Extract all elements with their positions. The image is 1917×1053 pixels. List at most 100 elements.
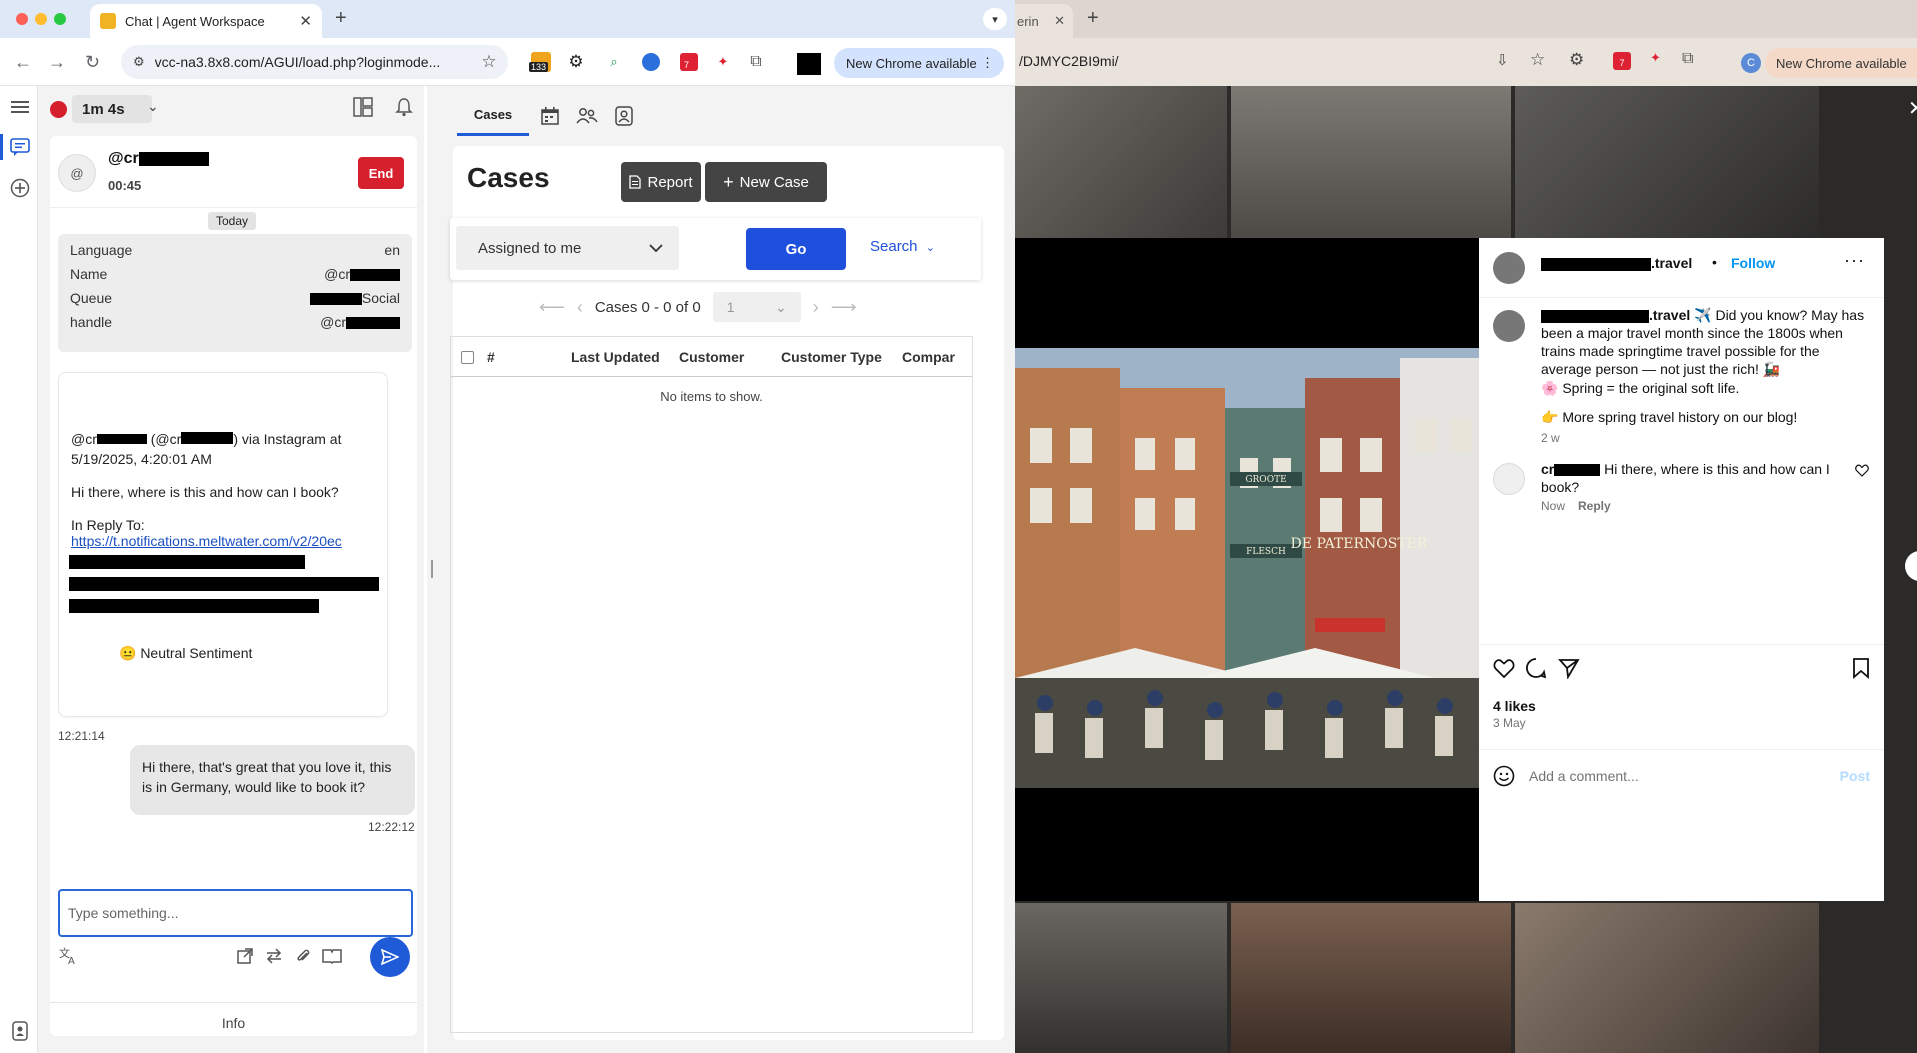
close-tab-icon[interactable]: ✕: [1054, 13, 1065, 29]
search-extension-icon[interactable]: ⌕: [603, 51, 625, 73]
add-comment-input[interactable]: Add a comment...: [1529, 768, 1840, 784]
new-case-button[interactable]: + New Case: [705, 162, 827, 202]
settings-gear-extension-icon[interactable]: ⚙: [1569, 50, 1584, 70]
account-avatar[interactable]: [1493, 252, 1525, 284]
grid-thumbnail[interactable]: [1015, 86, 1227, 238]
go-button[interactable]: Go: [746, 228, 846, 270]
search-dropdown[interactable]: Search ⌄: [870, 238, 935, 255]
column-header-customer[interactable]: Customer: [679, 349, 744, 365]
address-bar[interactable]: ⚙ vcc-na3.8x8.com/AGUI/load.php?loginmod…: [121, 45, 508, 79]
grid-thumbnail[interactable]: [1515, 86, 1819, 238]
post-comment-button[interactable]: Post: [1840, 768, 1870, 784]
send-button[interactable]: [370, 937, 410, 977]
column-header-customer-type[interactable]: Customer Type: [781, 349, 882, 365]
open-external-icon[interactable]: [234, 945, 256, 967]
column-header-company[interactable]: Compar: [902, 349, 955, 365]
reply-link[interactable]: https://t.notifications.meltwater.com/v2…: [71, 531, 342, 551]
new-chrome-available-button[interactable]: New Chrome available: [1765, 48, 1917, 78]
post-media[interactable]: GROOTE FLESCH DE PATERNOSTER: [1015, 238, 1479, 901]
likes-count[interactable]: 4 likes: [1493, 698, 1536, 714]
extensions-puzzle-icon[interactable]: ⧉: [1682, 50, 1693, 68]
layout-panel-icon[interactable]: [353, 97, 373, 117]
tab-agent-workspace[interactable]: Chat | Agent Workspace ✕: [90, 4, 322, 38]
prev-page-chevron-icon[interactable]: ‹: [577, 297, 583, 318]
knowledge-book-icon[interactable]: [321, 945, 343, 967]
url-text[interactable]: /DJMYC2BI9mi/: [1019, 53, 1119, 69]
like-heart-icon[interactable]: [1493, 658, 1515, 678]
grid-thumbnail[interactable]: [1231, 86, 1511, 238]
bell-icon[interactable]: [395, 97, 413, 117]
column-header-last-updated[interactable]: Last Updated: [571, 349, 660, 365]
close-modal-icon[interactable]: ✕: [1908, 96, 1917, 121]
bookmark-star-icon[interactable]: ☆: [1530, 50, 1545, 70]
settings-gear-extension-icon[interactable]: ⚙: [565, 51, 587, 73]
alert-extension-icon[interactable]: 7: [678, 51, 700, 73]
red-extension-icon[interactable]: ✦: [712, 51, 734, 73]
info-tab[interactable]: Info: [50, 1002, 417, 1042]
more-menu-icon[interactable]: ⋮: [981, 55, 994, 71]
splitter-handle[interactable]: [431, 560, 433, 578]
add-circle-icon[interactable]: [9, 177, 31, 199]
close-tab-icon[interactable]: ✕: [299, 12, 312, 30]
account-name[interactable]: .travel: [1541, 255, 1692, 271]
commenter-avatar[interactable]: [1493, 463, 1525, 495]
new-chrome-available-button[interactable]: New Chrome available ⋮: [834, 48, 1004, 78]
more-options-icon[interactable]: ···: [1844, 250, 1865, 271]
comment-bubble-icon[interactable]: [1525, 657, 1547, 679]
zoom-window-button[interactable]: [54, 13, 66, 25]
bookmark-star-icon[interactable]: ☆: [478, 51, 500, 73]
profile-avatar-icon[interactable]: C: [1741, 53, 1761, 73]
hamburger-menu-icon[interactable]: [9, 96, 31, 118]
tab-instagram[interactable]: erin ✕: [1015, 4, 1073, 38]
column-header-number[interactable]: #: [487, 349, 495, 365]
red-extension-icon[interactable]: ✦: [1650, 50, 1661, 66]
first-page-arrow-icon[interactable]: ⟵: [539, 297, 565, 318]
caption-avatar[interactable]: [1493, 310, 1525, 342]
follow-button[interactable]: Follow: [1731, 255, 1775, 271]
comment-username[interactable]: cr: [1541, 461, 1554, 477]
comment-like-heart-icon[interactable]: [1855, 464, 1869, 477]
last-page-arrow-icon[interactable]: ⟶: [831, 297, 857, 318]
chat-icon[interactable]: [9, 136, 31, 158]
translate-icon[interactable]: 文A: [58, 945, 80, 967]
grid-thumbnail[interactable]: [1515, 903, 1819, 1053]
share-send-icon[interactable]: [1558, 657, 1580, 679]
tab-search-chevron-icon[interactable]: ▾: [983, 8, 1007, 30]
attachment-icon[interactable]: [292, 945, 314, 967]
photo-sign-paternoster: DE PATERNOSTER: [1291, 536, 1428, 552]
grid-thumbnail[interactable]: [1015, 903, 1227, 1053]
calendar-icon[interactable]: [535, 96, 565, 136]
comment-reply-link[interactable]: Reply: [1578, 499, 1611, 513]
profile-block-icon[interactable]: [797, 53, 821, 75]
contact-card-icon[interactable]: [609, 96, 639, 136]
extension-badge-icon[interactable]: 133: [529, 51, 552, 73]
install-app-icon[interactable]: ⇩: [1496, 51, 1509, 69]
message-input[interactable]: Type something...: [58, 889, 413, 937]
new-tab-icon[interactable]: +: [335, 7, 347, 30]
report-button[interactable]: Report: [621, 162, 701, 202]
assigned-filter-select[interactable]: Assigned to me: [456, 226, 679, 270]
close-window-button[interactable]: [16, 13, 28, 25]
new-tab-icon[interactable]: +: [1087, 7, 1099, 30]
grid-thumbnail[interactable]: [1231, 903, 1511, 1053]
users-group-icon[interactable]: [572, 96, 602, 136]
select-all-checkbox[interactable]: [461, 351, 474, 364]
back-arrow-icon[interactable]: ←: [14, 52, 32, 73]
alert-extension-icon[interactable]: 7: [1613, 52, 1631, 70]
end-chat-button[interactable]: End: [358, 157, 404, 189]
tab-cases[interactable]: Cases: [457, 96, 529, 136]
transfer-icon[interactable]: [263, 945, 285, 967]
next-page-chevron-icon[interactable]: ›: [813, 297, 819, 318]
save-bookmark-icon[interactable]: [1852, 657, 1870, 679]
chevron-down-icon[interactable]: ⌄: [147, 98, 159, 115]
blue-extension-icon[interactable]: [640, 51, 662, 73]
site-settings-icon[interactable]: ⚙: [133, 54, 145, 70]
extensions-puzzle-icon[interactable]: ⧉: [745, 51, 767, 73]
forward-arrow-icon[interactable]: →: [48, 52, 66, 73]
reload-icon[interactable]: ↻: [85, 52, 100, 73]
emoji-smile-icon[interactable]: [1493, 765, 1515, 787]
contacts-book-icon[interactable]: [9, 1020, 31, 1042]
caption-username[interactable]: .travel: [1649, 307, 1690, 323]
page-select[interactable]: 1 ⌄: [712, 292, 801, 322]
minimize-window-button[interactable]: [35, 13, 47, 25]
